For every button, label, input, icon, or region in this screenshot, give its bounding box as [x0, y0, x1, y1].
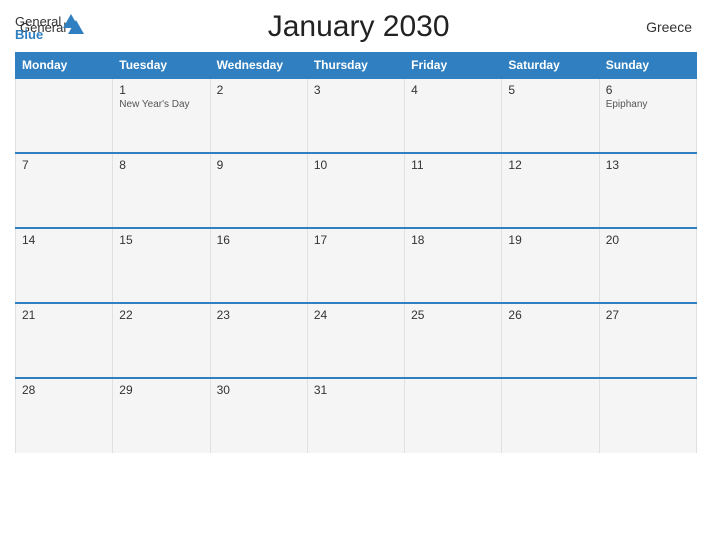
day-number: 16 — [217, 233, 301, 247]
day-number: 6 — [606, 83, 690, 97]
day-number: 10 — [314, 158, 398, 172]
calendar-header: General General Blue January 2030 Greece — [15, 10, 697, 44]
day-cell: 1 New Year's Day — [113, 78, 210, 153]
day-cell — [16, 78, 113, 153]
day-cell: 14 — [16, 228, 113, 303]
day-cell: 30 — [210, 378, 307, 453]
day-cell: 11 — [405, 153, 502, 228]
month-title: January 2030 — [85, 10, 632, 44]
holiday-name: New Year's Day — [119, 99, 203, 110]
day-number: 20 — [606, 233, 690, 247]
day-cell: 6 Epiphany — [599, 78, 696, 153]
day-number: 12 — [508, 158, 592, 172]
col-monday: Monday — [16, 53, 113, 79]
week-row-2: 14 15 16 17 18 19 20 — [16, 228, 697, 303]
day-cell: 4 — [405, 78, 502, 153]
day-cell: 21 — [16, 303, 113, 378]
day-number: 31 — [314, 383, 398, 397]
weekday-header-row: Monday Tuesday Wednesday Thursday Friday… — [16, 53, 697, 79]
week-row-4: 28 29 30 31 — [16, 378, 697, 453]
day-number: 24 — [314, 308, 398, 322]
day-number: 11 — [411, 158, 495, 172]
col-sunday: Sunday — [599, 53, 696, 79]
day-cell: 29 — [113, 378, 210, 453]
day-cell: 24 — [307, 303, 404, 378]
day-cell: 19 — [502, 228, 599, 303]
calendar-body: 1New Year's Day23456Epiphany789101112131… — [16, 78, 697, 453]
logo-block: General Blue — [15, 14, 80, 44]
col-thursday: Thursday — [307, 53, 404, 79]
day-cell: 12 — [502, 153, 599, 228]
day-number: 7 — [22, 158, 106, 172]
day-cell: 8 — [113, 153, 210, 228]
day-number: 21 — [22, 308, 106, 322]
day-cell: 26 — [502, 303, 599, 378]
day-cell: 18 — [405, 228, 502, 303]
day-number: 19 — [508, 233, 592, 247]
day-number: 17 — [314, 233, 398, 247]
col-wednesday: Wednesday — [210, 53, 307, 79]
day-cell: 23 — [210, 303, 307, 378]
day-cell: 20 — [599, 228, 696, 303]
day-cell: 17 — [307, 228, 404, 303]
day-cell: 5 — [502, 78, 599, 153]
day-cell: 22 — [113, 303, 210, 378]
day-number: 30 — [217, 383, 301, 397]
day-number: 9 — [217, 158, 301, 172]
day-cell: 3 — [307, 78, 404, 153]
day-number: 25 — [411, 308, 495, 322]
day-cell: 10 — [307, 153, 404, 228]
day-number: 5 — [508, 83, 592, 97]
calendar-table: Monday Tuesday Wednesday Thursday Friday… — [15, 52, 697, 453]
day-number: 15 — [119, 233, 203, 247]
day-cell: 13 — [599, 153, 696, 228]
day-number: 2 — [217, 83, 301, 97]
logo-blue: Blue — [15, 27, 43, 42]
col-saturday: Saturday — [502, 53, 599, 79]
day-number: 28 — [22, 383, 106, 397]
col-friday: Friday — [405, 53, 502, 79]
logo-flag-icon — [62, 13, 80, 29]
day-cell — [405, 378, 502, 453]
day-number: 29 — [119, 383, 203, 397]
day-cell: 16 — [210, 228, 307, 303]
day-number: 3 — [314, 83, 398, 97]
day-number: 22 — [119, 308, 203, 322]
col-tuesday: Tuesday — [113, 53, 210, 79]
country-label: Greece — [632, 19, 692, 35]
day-cell: 9 — [210, 153, 307, 228]
day-cell: 15 — [113, 228, 210, 303]
day-number: 14 — [22, 233, 106, 247]
day-number: 1 — [119, 83, 203, 97]
day-number: 23 — [217, 308, 301, 322]
week-row-0: 1 New Year's Day 23456 Epiphany — [16, 78, 697, 153]
week-row-1: 789 10 11 12 13 — [16, 153, 697, 228]
day-cell: 2 — [210, 78, 307, 153]
calendar-wrapper: General General Blue January 2030 Greece — [0, 0, 712, 550]
holiday-name: Epiphany — [606, 99, 690, 110]
day-number: 8 — [119, 158, 203, 172]
day-cell: 7 — [16, 153, 113, 228]
day-cell: 31 — [307, 378, 404, 453]
day-number: 26 — [508, 308, 592, 322]
day-cell: 28 — [16, 378, 113, 453]
day-number: 4 — [411, 83, 495, 97]
day-cell — [502, 378, 599, 453]
calendar-thead: Monday Tuesday Wednesday Thursday Friday… — [16, 53, 697, 79]
week-row-3: 21 22 23 24 25 26 27 — [16, 303, 697, 378]
day-number: 27 — [606, 308, 690, 322]
day-number: 18 — [411, 233, 495, 247]
day-number: 13 — [606, 158, 690, 172]
day-cell: 25 — [405, 303, 502, 378]
day-cell: 27 — [599, 303, 696, 378]
day-cell — [599, 378, 696, 453]
